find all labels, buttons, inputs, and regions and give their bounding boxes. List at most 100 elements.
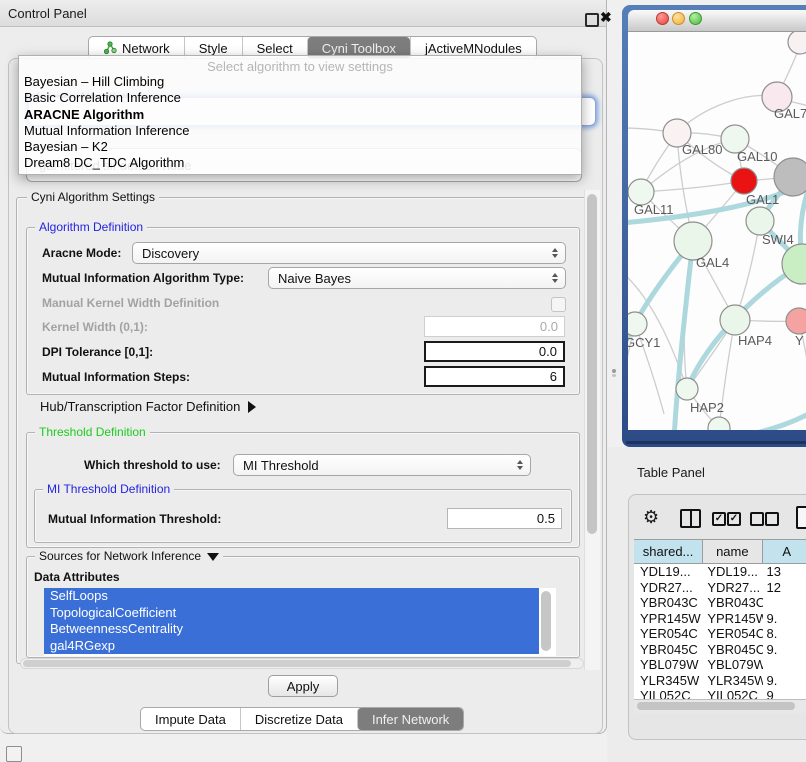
apply-button[interactable]: Apply [268, 675, 338, 697]
checked-checkbox-icon[interactable]: ✓ [712, 512, 726, 526]
minimized-panel-icon[interactable] [6, 746, 22, 762]
sources-expander[interactable]: Sources for Network Inference [35, 549, 223, 563]
network-window-titlebar[interactable] [628, 10, 806, 32]
network-edge[interactable] [641, 181, 744, 192]
tab-label: Infer Network [372, 712, 449, 727]
dpi-tolerance-field[interactable]: 0.0 [424, 341, 565, 362]
network-node[interactable] [746, 207, 774, 235]
table-cell[interactable]: 9. [763, 611, 806, 627]
table-cell[interactable]: YDR27... [634, 580, 703, 596]
network-node[interactable] [731, 168, 757, 194]
network-node[interactable] [720, 305, 750, 335]
table-cell[interactable]: YPR145W [703, 611, 762, 627]
close-icon[interactable]: ✖ [600, 9, 612, 26]
splitter-grip[interactable] [612, 374, 616, 377]
table-cell[interactable]: YBR043C [703, 595, 762, 611]
table-cell[interactable]: YLR345W [703, 673, 762, 689]
data-attribute-item[interactable]: SelfLoops [44, 588, 539, 605]
scrollbar-thumb[interactable] [23, 660, 571, 667]
network-node[interactable] [786, 308, 806, 334]
table-cell[interactable]: YDL19... [634, 564, 703, 580]
mi-threshold-field[interactable]: 0.5 [447, 508, 562, 529]
table-cell[interactable] [763, 657, 806, 673]
scrollbar-thumb[interactable] [637, 702, 795, 710]
table-cell[interactable]: YER054C [703, 626, 762, 642]
horizontal-scrollbar[interactable] [20, 658, 584, 669]
algorithm-menu-item[interactable]: ARACNE Algorithm [19, 107, 581, 123]
splitter-grip[interactable] [612, 369, 616, 373]
column-header[interactable]: shared... [634, 540, 703, 563]
table-cell[interactable]: YDL19... [703, 564, 762, 580]
float-window-icon[interactable] [585, 13, 599, 27]
table-cell[interactable]: YPR145W [634, 611, 703, 627]
network-edge[interactable] [730, 412, 806, 430]
column-header[interactable]: name [703, 540, 762, 563]
vertical-scrollbar[interactable] [584, 190, 600, 670]
table-cell[interactable]: 12 [763, 580, 806, 596]
table-row[interactable]: YLR345WYLR345W9. [634, 673, 806, 689]
table-horizontal-scrollbar[interactable] [634, 699, 806, 713]
mi-steps-field[interactable]: 6 [424, 366, 565, 387]
table-row[interactable]: YER054CYER054C8. [634, 626, 806, 642]
unchecked-checkbox-icon[interactable] [765, 512, 779, 526]
zoom-traffic-light[interactable] [689, 12, 702, 25]
algorithm-menu-item[interactable]: Basic Correlation Inference [19, 90, 581, 106]
table-row[interactable]: YBR043CYBR043C [634, 595, 806, 611]
table-row[interactable]: YDR27...YDR27...12 [634, 580, 806, 596]
table-cell[interactable]: YBR045C [703, 642, 762, 658]
table-row[interactable]: YDL19...YDL19...13 [634, 564, 806, 580]
network-canvas[interactable]: GAL7GAL80GAL10GAL1GAL11SWI4GAL4GCY1HAP4Y… [628, 32, 806, 430]
scrollbar-thumb[interactable] [587, 194, 597, 534]
table-row[interactable]: YBR045CYBR045C9. [634, 642, 806, 658]
table-cell[interactable]: YBL079W [634, 657, 703, 673]
tab-label: Impute Data [155, 712, 226, 727]
table-cell[interactable]: YBR043C [634, 595, 703, 611]
manual-kernel-checkbox[interactable] [551, 297, 566, 312]
data-attributes-list[interactable]: SelfLoopsTopologicalCoefficientBetweenne… [44, 588, 556, 656]
gear-icon[interactable]: ⚙ [643, 507, 659, 528]
tab-label: Cyni Toolbox [322, 41, 396, 56]
close-traffic-light[interactable] [656, 12, 669, 25]
table-cell[interactable]: YBL079W [703, 657, 762, 673]
data-attribute-item[interactable]: TopologicalCoefficient [44, 605, 539, 622]
columns-icon[interactable] [680, 509, 701, 528]
algorithm-menu-item[interactable]: Dream8 DC_TDC Algorithm [19, 155, 581, 171]
table-cell[interactable] [763, 595, 806, 611]
hub-definition-expander[interactable]: Hub/Transcription Factor Definition [40, 399, 256, 414]
algorithm-menu-item[interactable]: Bayesian – Hill Climbing [19, 74, 581, 90]
tab-discretize-data[interactable]: Discretize Data [240, 708, 357, 730]
data-attribute-item[interactable]: BetweennessCentrality [44, 621, 539, 638]
table-cell[interactable]: 13 [763, 564, 806, 580]
checked-checkbox-icon[interactable]: ✓ [727, 512, 741, 526]
document-icon[interactable] [796, 506, 806, 529]
minimize-traffic-light[interactable] [672, 12, 685, 25]
column-header[interactable]: A [763, 540, 806, 563]
aracne-mode-combobox[interactable]: Discovery [132, 242, 566, 264]
which-threshold-combobox[interactable]: MI Threshold [233, 454, 531, 476]
table-panel-title: Table Panel [637, 465, 705, 480]
data-attribute-item[interactable]: gal4RGexp [44, 638, 539, 655]
table-row[interactable]: YBL079WYBL079W [634, 657, 806, 673]
kernel-width-field[interactable]: 0.0 [424, 316, 565, 337]
panel-title: Control Panel [8, 6, 87, 21]
unchecked-checkbox-icon[interactable] [750, 512, 764, 526]
table-cell[interactable]: YDR27... [703, 580, 762, 596]
algorithm-menu-item[interactable]: Mutual Information Inference [19, 123, 581, 139]
mi-type-combobox[interactable]: Naive Bayes [268, 267, 566, 289]
algorithm-menu-item[interactable]: Bayesian – K2 [19, 139, 581, 155]
table-row[interactable]: YPR145WYPR145W9. [634, 611, 806, 627]
list-scrollbar-thumb[interactable] [541, 591, 551, 651]
tab-impute-data[interactable]: Impute Data [141, 708, 240, 730]
tab-infer-network[interactable]: Infer Network [357, 708, 463, 730]
network-node[interactable] [628, 312, 647, 336]
table-cell[interactable]: YER054C [634, 626, 703, 642]
table-cell[interactable]: YLR345W [634, 673, 703, 689]
tab-label: Network [122, 41, 170, 56]
network-node[interactable] [788, 32, 806, 54]
network-node[interactable] [676, 378, 698, 400]
table-cell[interactable]: YBR045C [634, 642, 703, 658]
table-cell[interactable]: 9. [763, 642, 806, 658]
network-node[interactable] [774, 158, 806, 196]
table-cell[interactable]: 9. [763, 673, 806, 689]
table-cell[interactable]: 8. [763, 626, 806, 642]
